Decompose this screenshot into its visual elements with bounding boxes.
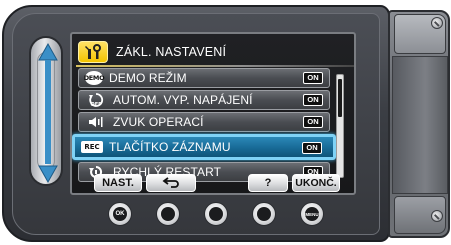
screw-icon [431,210,443,222]
button-dot [257,207,271,221]
menu-item-label: AUTOM. VYP. NAPÁJENÍ [113,93,253,107]
exit-softkey[interactable]: UKONČ. [292,174,340,192]
button-dot [209,207,223,221]
return-arrow-icon [162,176,180,191]
wrench-screwdriver-icon [78,41,108,63]
menu-item-label: ZVUK OPERACÍ [113,115,204,129]
header-divider [76,65,354,67]
softkey-bar: NAST. ? UKONČ. [94,174,342,194]
slider-arrows-icon [38,42,58,184]
on-badge: ON [302,142,322,154]
auto-power-off-icon: OFF [85,92,107,108]
settings-softkey[interactable]: NAST. [94,174,142,192]
hinge-middle [392,56,448,194]
lcd-screen: ZÁKL. NASTAVENÍ DEMO DEMO REŽIM ON OFF A… [70,32,356,195]
back-softkey[interactable] [146,174,196,192]
hardware-button-3[interactable] [204,202,228,226]
menu-scrollbar[interactable] [336,74,344,178]
menu-item-demo-mode[interactable]: DEMO DEMO REŽIM ON [78,68,330,88]
help-softkey[interactable]: ? [248,174,288,192]
screw-icon [431,17,443,29]
softkey-spacer [200,174,244,194]
menu-item-record-button[interactable]: REC TLAČÍTKO ZÁZNAMU ON [72,134,336,160]
speaker-icon [85,114,107,130]
hardware-button-2[interactable] [156,202,180,226]
menu-button[interactable]: MENU [300,202,324,226]
svg-text:OFF: OFF [91,102,102,108]
hardware-buttons: OK MENU [102,200,328,228]
menu-list: DEMO DEMO REŽIM ON OFF AUTOM. VYP. NAPÁJ… [72,68,336,184]
on-badge: ON [303,72,323,84]
on-badge: ON [303,94,323,106]
menu-item-auto-power-off[interactable]: OFF AUTOM. VYP. NAPÁJENÍ ON [78,90,330,110]
hardware-button-4[interactable] [252,202,276,226]
touch-slider[interactable] [29,36,63,186]
menu-item-operation-sound[interactable]: ZVUK OPERACÍ ON [78,112,330,132]
menu-item-label: DEMO REŽIM [109,71,187,85]
menu-item-label: TLAČÍTKO ZÁZNAMU [109,140,231,154]
on-badge: ON [303,116,323,128]
menu-label: MENU [305,207,319,221]
menu-title: ZÁKL. NASTAVENÍ [116,45,227,59]
scroll-thumb[interactable] [338,79,342,117]
rec-icon: REC [81,141,103,153]
demo-icon: DEMO [84,71,105,85]
menu-header: ZÁKL. NASTAVENÍ [78,40,350,64]
ok-button[interactable]: OK [108,202,132,226]
button-dot [161,207,175,221]
ok-label: OK [113,207,127,221]
